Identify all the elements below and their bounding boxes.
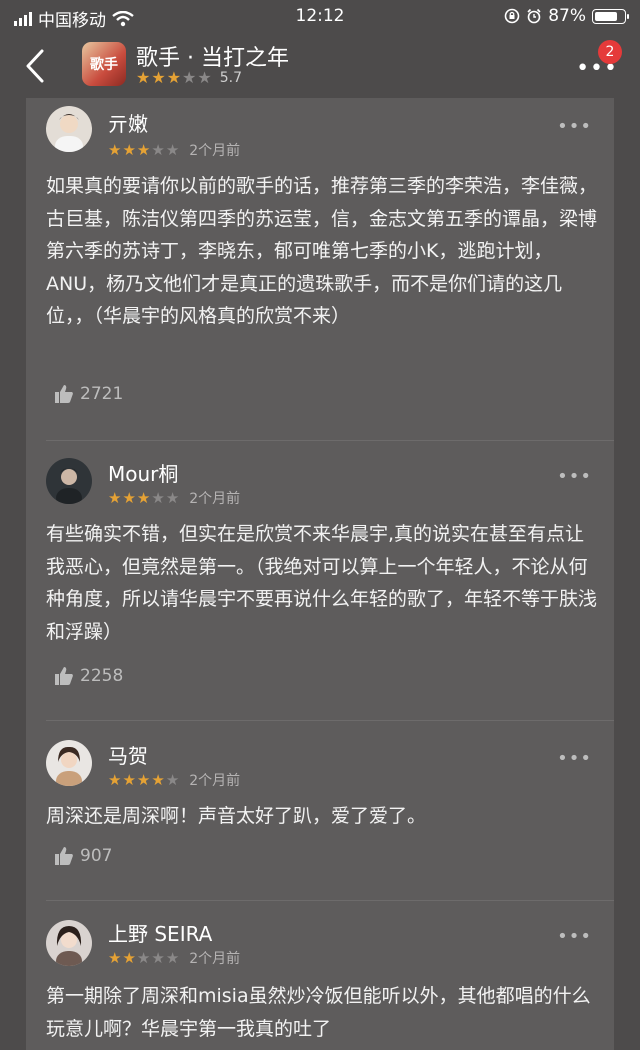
app-icon: 歌手 — [82, 42, 126, 86]
avatar[interactable] — [46, 740, 92, 786]
review-options-button[interactable]: ••• — [557, 926, 592, 947]
review-list[interactable]: 亓嫩 ★ ★ ★ ★ ★ 2个月前 ••• 如果真的要请你以前的歌手的话，推荐第三季的李… — [26, 98, 614, 1050]
review-options-button[interactable]: ••• — [557, 116, 592, 137]
app-header: 歌手 歌手 · 当打之年 ★ ★ ★ ★ ★ 5.7 ••• 2 — [0, 34, 640, 98]
notification-badge: 2 — [598, 40, 622, 64]
review-username[interactable]: 上野 SEIRA — [108, 918, 212, 947]
review-stars: ★ ★ ★ ★ ★ — [108, 948, 180, 967]
like-count: 2721 — [80, 384, 124, 404]
divider — [46, 900, 614, 901]
review-username[interactable]: 亓嫩 — [108, 108, 148, 137]
avatar[interactable] — [46, 106, 92, 152]
review-meta: ★ ★ ★ ★ ★ 2个月前 — [108, 488, 240, 508]
battery-icon — [592, 8, 629, 24]
review-text: 第一期除了周深和misia虽然炒冷饭但能听以外，其他都唱的什么玩意儿啊？华晨宇第… — [46, 985, 591, 1040]
review-time: 2个月前 — [189, 773, 241, 789]
battery-percent: 87% — [548, 6, 586, 26]
avatar[interactable] — [46, 920, 92, 966]
review-text: 周深还是周深啊！声音太好了趴，爱了爱了。 — [46, 805, 427, 827]
review-item: 上野 SEIRA ★ ★ ★ ★ ★ 2个月前 ••• 第一期除了周深和misia虽然炒… — [26, 912, 614, 1050]
review-time: 2个月前 — [189, 951, 241, 967]
review-username[interactable]: Mour桐 — [108, 458, 178, 487]
thumbs-up-icon — [55, 847, 73, 865]
review-item: Mour桐 ★ ★ ★ ★ ★ 2个月前 ••• 有些确实不错，但实在是欣赏不来华晨宇,… — [26, 450, 614, 710]
like-button[interactable]: 907 — [54, 846, 112, 866]
review-stars: ★ ★ ★ ★ ★ — [108, 140, 180, 159]
review-item: 马贺 ★ ★ ★ ★ ★ 2个月前 ••• 周深还是周深啊！声音太好了趴，爱了爱了。 9… — [26, 732, 614, 892]
app-rating-stars: ★ ★ ★ ★ ★ — [136, 68, 212, 87]
review-stars: ★ ★ ★ ★ ★ — [108, 770, 180, 789]
review-options-button[interactable]: ••• — [557, 748, 592, 769]
review-stars: ★ ★ ★ ★ ★ — [108, 488, 180, 507]
review-options-button[interactable]: ••• — [557, 466, 592, 487]
review-username[interactable]: 马贺 — [108, 740, 148, 769]
review-time: 2个月前 — [189, 491, 241, 507]
thumbs-up-icon — [55, 667, 73, 685]
like-count: 2258 — [80, 666, 124, 686]
avatar[interactable] — [46, 458, 92, 504]
divider — [46, 720, 614, 721]
like-button[interactable]: 2258 — [54, 666, 123, 686]
like-count: 907 — [80, 846, 113, 866]
review-time: 2个月前 — [189, 143, 241, 159]
status-bar: 中国移动 12:12 87% — [0, 0, 640, 34]
thumbs-up-icon — [55, 385, 73, 403]
review-text: 有些确实不错，但实在是欣赏不来华晨宇,真的说实在甚至有点让我恶心，但竟然是第一。… — [46, 523, 598, 643]
review-meta: ★ ★ ★ ★ ★ 2个月前 — [108, 140, 240, 160]
alarm-icon — [527, 8, 541, 24]
review-item: 亓嫩 ★ ★ ★ ★ ★ 2个月前 ••• 如果真的要请你以前的歌手的话，推荐第三季的李… — [26, 98, 614, 428]
review-meta: ★ ★ ★ ★ ★ 2个月前 — [108, 770, 240, 790]
review-meta: ★ ★ ★ ★ ★ 2个月前 — [108, 948, 240, 968]
app-rating: ★ ★ ★ ★ ★ 5.7 — [136, 68, 242, 87]
like-button[interactable]: 2721 — [54, 384, 123, 404]
orientation-lock-icon — [504, 8, 520, 24]
divider — [46, 440, 614, 441]
review-text: 如果真的要请你以前的歌手的话，推荐第三季的李荣浩，李佳薇，古巨基，陈洁仪第四季的… — [46, 175, 598, 327]
back-arrow-icon[interactable] — [20, 48, 50, 84]
app-rating-score: 5.7 — [219, 70, 242, 86]
